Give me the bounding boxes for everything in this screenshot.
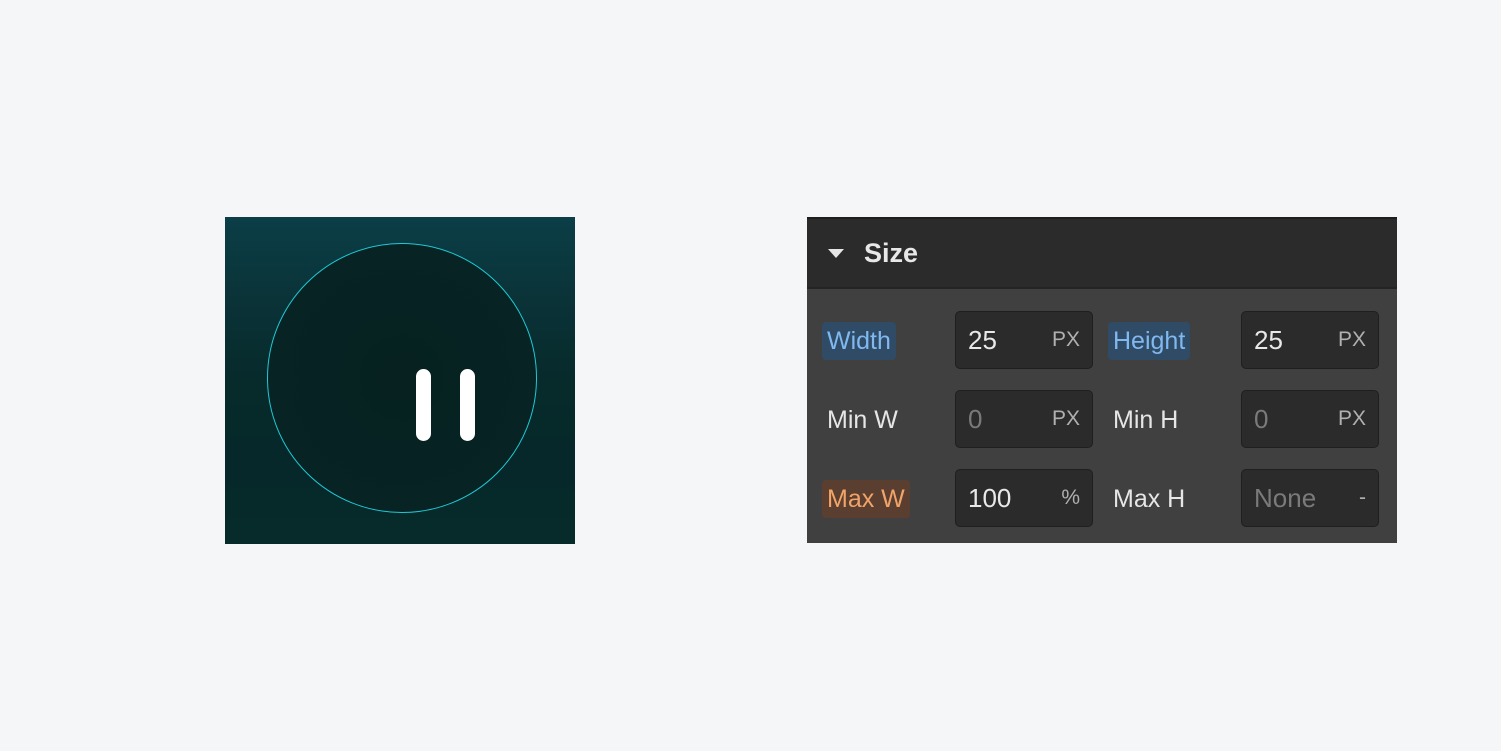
size-panel: Size Width 25 PX Height 25 PX Min W 0 PX… [807,217,1397,543]
max-width-value: 100 [968,483,1012,513]
width-unit-select[interactable]: PX [1052,312,1080,368]
pause-icon-bar-right [460,369,475,441]
max-height-label[interactable]: Max H [1108,480,1190,518]
size-section-header[interactable]: Size [807,217,1397,289]
min-width-value: 0 [968,404,983,434]
pause-icon-bar-left [416,369,431,441]
max-width-input[interactable]: 100 % [955,469,1093,527]
min-width-unit-select[interactable]: PX [1052,391,1080,447]
max-width-label[interactable]: Max W [822,480,910,518]
max-height-value: None [1254,483,1317,513]
video-preview [225,217,575,544]
max-width-unit-select[interactable]: % [1061,470,1080,526]
min-height-label[interactable]: Min H [1108,401,1183,439]
width-value: 25 [968,325,997,355]
min-height-input[interactable]: 0 PX [1241,390,1379,448]
min-width-input[interactable]: 0 PX [955,390,1093,448]
section-title: Size [864,237,919,268]
size-row-3: Max W 100 % Max H None - [807,468,1397,528]
min-width-label[interactable]: Min W [822,401,903,439]
height-label[interactable]: Height [1108,322,1191,360]
max-height-input[interactable]: None - [1241,469,1379,527]
width-input[interactable]: 25 PX [955,311,1093,369]
size-row-2: Min W 0 PX Min H 0 PX [807,389,1397,449]
max-height-unit-select[interactable]: - [1359,470,1366,526]
width-label[interactable]: Width [822,322,896,360]
caret-down-icon[interactable] [828,248,844,258]
height-unit-select[interactable]: PX [1338,312,1366,368]
size-row-1: Width 25 PX Height 25 PX [807,310,1397,370]
pause-button[interactable] [267,243,537,513]
min-height-value: 0 [1254,404,1269,434]
min-height-unit-select[interactable]: PX [1338,391,1366,447]
height-value: 25 [1254,325,1283,355]
height-input[interactable]: 25 PX [1241,311,1379,369]
